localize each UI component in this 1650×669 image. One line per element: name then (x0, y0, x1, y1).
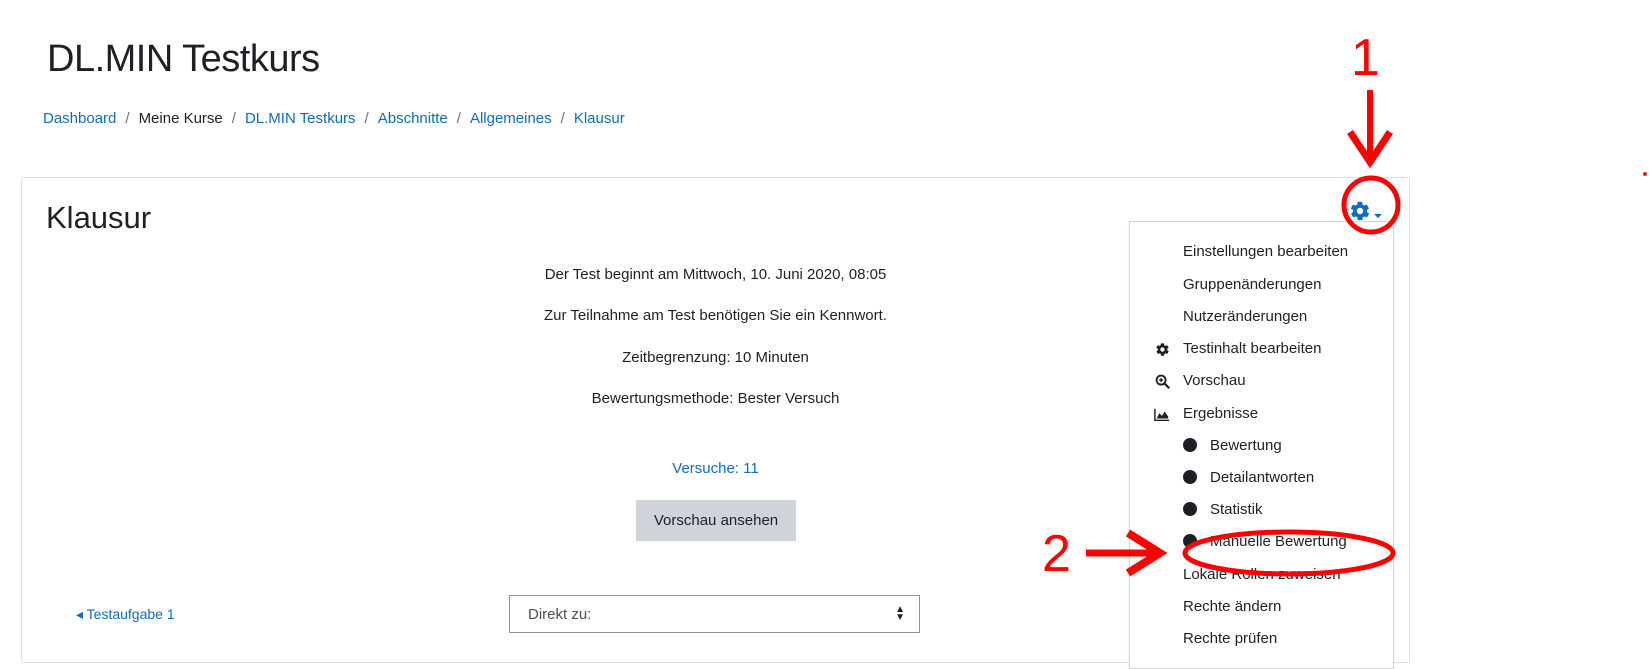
menu-item-label: Bewertung (1210, 436, 1282, 454)
menu-item-assign-roles[interactable]: Lokale Rollen zuweisen (1130, 559, 1393, 589)
page-title: Klausur (46, 200, 152, 235)
chevron-down-icon (1374, 214, 1382, 218)
menu-item-responses[interactable]: Detailantworten (1130, 462, 1393, 492)
breadcrumb-separator: / (364, 110, 369, 127)
breadcrumb-my-courses: Meine Kurse (138, 110, 223, 127)
course-title: DL.MIN Testkurs (47, 38, 320, 80)
menu-item-label: Manuelle Bewertung (1210, 532, 1347, 550)
menu-item-label: Gruppenänderungen (1183, 275, 1322, 293)
jump-to-select-value: Direkt zu: (528, 605, 592, 623)
menu-item-label: Einstellungen bearbeiten (1183, 242, 1349, 260)
settings-dropdown-menu: Einstellungen bearbeiten Gruppenänderung… (1129, 221, 1394, 669)
breadcrumb-quiz[interactable]: Klausur (574, 110, 625, 127)
menu-item-check-permissions[interactable]: Rechte prüfen (1130, 623, 1393, 653)
magnifier-icon (1154, 373, 1170, 389)
menu-item-user-overrides[interactable]: Nutzeränderungen (1130, 301, 1393, 331)
area-chart-icon (1154, 406, 1170, 422)
gear-icon (1154, 341, 1170, 357)
menu-item-results[interactable]: Ergebnisse (1130, 398, 1393, 428)
menu-item-label: Vorschau (1183, 371, 1246, 389)
menu-item-group-overrides[interactable]: Gruppenänderungen (1130, 269, 1393, 299)
menu-item-label: Detailantworten (1210, 468, 1315, 486)
stray-mark (1643, 172, 1647, 176)
breadcrumb-course[interactable]: DL.MIN Testkurs (245, 110, 356, 127)
bullet-icon (1183, 534, 1197, 548)
bullet-icon (1183, 438, 1197, 452)
menu-item-statistics[interactable]: Statistik (1130, 494, 1393, 524)
menu-item-edit-settings[interactable]: Einstellungen bearbeiten (1130, 236, 1393, 266)
menu-item-label: Rechte ändern (1183, 597, 1282, 615)
breadcrumb-dashboard[interactable]: Dashboard (43, 110, 116, 127)
menu-item-label: Nutzeränderungen (1183, 307, 1308, 325)
attempts-link[interactable]: Versuche: 11 (672, 460, 758, 477)
menu-item-label: Statistik (1210, 500, 1263, 518)
annotation-arrow-down (1347, 90, 1393, 169)
breadcrumb-separator: / (560, 110, 565, 127)
menu-item-label: Testinhalt bearbeiten (1183, 339, 1322, 357)
preview-button[interactable]: Vorschau ansehen (636, 500, 796, 541)
annotation-step-2: 2 (1042, 525, 1071, 583)
menu-item-permissions[interactable]: Rechte ändern (1130, 591, 1393, 621)
menu-item-edit-quiz[interactable]: Testinhalt bearbeiten (1130, 333, 1393, 363)
breadcrumb-separator: / (125, 110, 130, 127)
breadcrumb-sections[interactable]: Abschnitte (378, 110, 448, 127)
bullet-icon (1183, 470, 1197, 484)
menu-item-label: Lokale Rollen zuweisen (1183, 565, 1341, 583)
bullet-icon (1183, 502, 1197, 516)
breadcrumb-general[interactable]: Allgemeines (470, 110, 552, 127)
breadcrumb-separator: / (231, 110, 236, 127)
previous-activity-link[interactable]: ◂ Testaufgabe 1 (76, 606, 175, 623)
select-arrows-icon: ▲ ▼ (895, 604, 905, 623)
menu-item-manual-grading[interactable]: Manuelle Bewertung (1130, 526, 1393, 556)
breadcrumb-separator: / (456, 110, 461, 127)
menu-item-preview[interactable]: Vorschau (1130, 365, 1393, 395)
menu-item-label: Ergebnisse (1183, 404, 1259, 422)
jump-to-select[interactable]: Direkt zu: ▲ ▼ (509, 595, 920, 633)
menu-item-label: Rechte prüfen (1183, 629, 1278, 647)
annotation-step-1: 1 (1351, 29, 1380, 87)
breadcrumb: Dashboard / Meine Kurse / DL.MIN Testkur… (43, 110, 625, 127)
menu-item-grades[interactable]: Bewertung (1130, 430, 1393, 460)
